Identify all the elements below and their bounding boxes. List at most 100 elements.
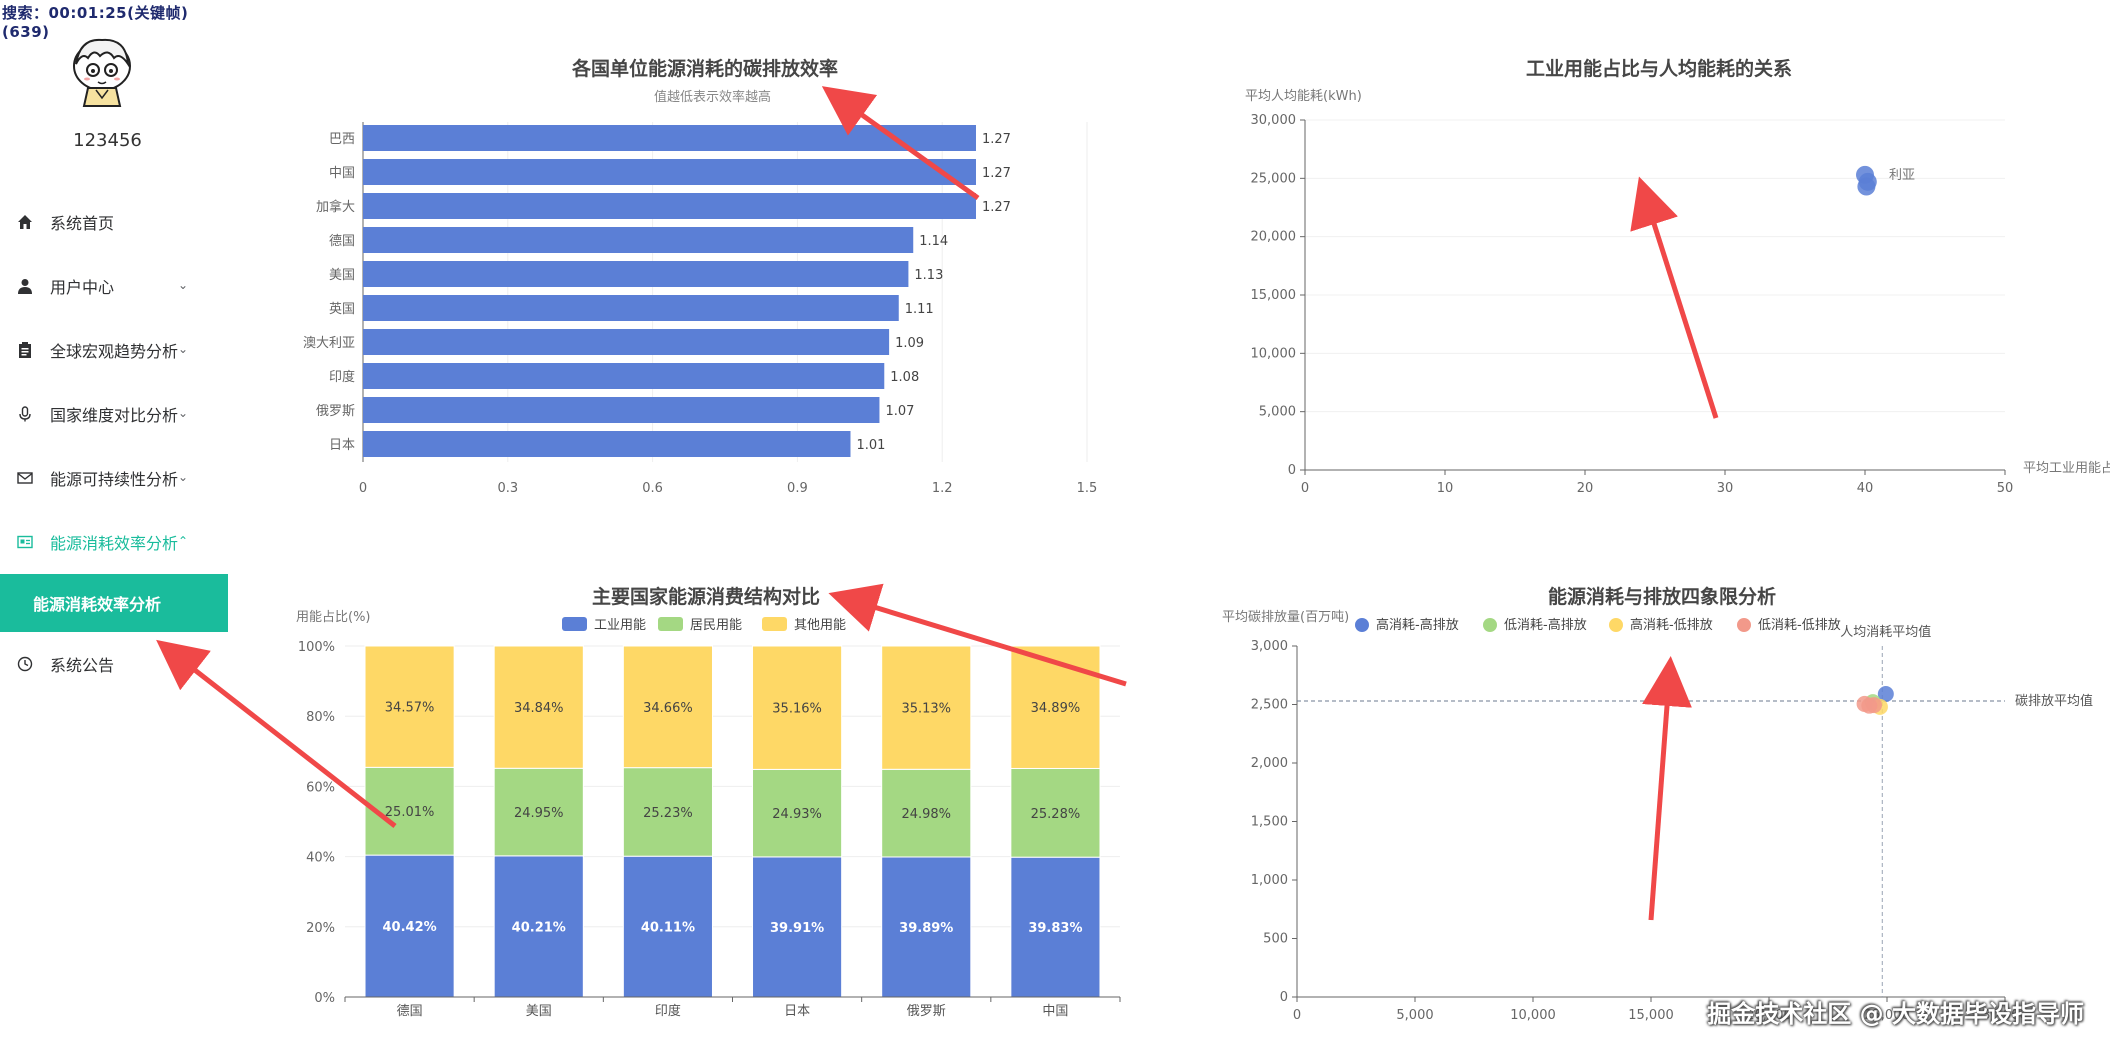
y-tick-label: 2,500 bbox=[1251, 698, 1288, 713]
data-label: 39.89% bbox=[899, 921, 953, 936]
scatter-point bbox=[1857, 177, 1876, 196]
menu-item-label: 全球宏观趋势分析 bbox=[50, 342, 179, 361]
menu-item-efficiency[interactable]: 能源消耗效率分析 ⌃ bbox=[0, 510, 228, 574]
data-label: 35.13% bbox=[901, 702, 951, 717]
average-consumption-label: 人均消耗平均值 bbox=[1840, 624, 1931, 640]
bar bbox=[363, 261, 909, 287]
x-tick-label: 20 bbox=[1577, 481, 1594, 496]
data-label: 1.27 bbox=[982, 166, 1011, 181]
chevron-down-icon: ⌄ bbox=[178, 470, 189, 484]
category-label: 俄罗斯 bbox=[907, 1004, 946, 1019]
y-tick-label: 500 bbox=[1263, 932, 1288, 947]
category-label: 美国 bbox=[526, 1004, 552, 1019]
bar bbox=[363, 193, 976, 219]
y-axis-label: 用能占比(%) bbox=[296, 610, 371, 625]
clipboard-icon bbox=[14, 339, 36, 361]
point-label: 利亚 bbox=[1889, 168, 1915, 183]
bar bbox=[363, 227, 914, 253]
data-label: 40.11% bbox=[641, 921, 695, 936]
menu-item-sustainability[interactable]: 能源可持续性分析 ⌄ bbox=[0, 446, 228, 510]
y-tick-label: 100% bbox=[298, 640, 335, 655]
legend-label: 工业用能 bbox=[594, 618, 646, 633]
legend-label: 低消耗-高排放 bbox=[1504, 617, 1587, 633]
id-card-icon bbox=[14, 531, 36, 553]
data-label: 35.16% bbox=[772, 702, 822, 717]
legend-swatch bbox=[562, 617, 587, 631]
category-label: 美国 bbox=[329, 268, 355, 283]
data-label: 1.27 bbox=[982, 132, 1011, 147]
data-label: 1.08 bbox=[890, 370, 919, 385]
stacked-bar-svg: 工业用能 居民用能 其他用能 用能占比(%) 0% 20% 40% 60% 80% 100% 40.… bbox=[296, 610, 1121, 1019]
category-label: 巴西 bbox=[329, 132, 355, 147]
avatar[interactable] bbox=[60, 30, 144, 114]
scatter-chart-svg: 0 5,000 10,000 15,000 20,000 25,000 30,000 0 10 2… bbox=[1245, 89, 2110, 496]
y-tick-label: 2,000 bbox=[1251, 756, 1288, 771]
data-label: 24.98% bbox=[901, 807, 951, 822]
data-label: 24.93% bbox=[772, 807, 822, 822]
x-tick-label: 0.3 bbox=[497, 481, 518, 496]
bar-chart-svg: 0 0.3 0.6 0.9 1.2 1.5 巴西 1.27 中国 1.27 加拿大 1.27 德国 1.1… bbox=[303, 122, 1098, 496]
category-label: 印度 bbox=[329, 369, 355, 385]
y-axis-label: 平均碳排放量(百万吨) bbox=[1222, 610, 1349, 625]
data-label: 25.28% bbox=[1031, 807, 1081, 822]
category-label: 中国 bbox=[329, 166, 355, 181]
category-label: 英国 bbox=[329, 302, 355, 317]
data-label: 25.23% bbox=[643, 806, 693, 821]
menu-item-country-compare[interactable]: 国家维度对比分析 ⌄ bbox=[0, 382, 228, 446]
y-tick-label: 30,000 bbox=[1251, 113, 1297, 128]
legend-marker bbox=[1483, 618, 1497, 632]
clock-icon bbox=[14, 653, 36, 675]
scatter-point bbox=[1861, 697, 1878, 714]
x-tick-label: 5,000 bbox=[1396, 1008, 1433, 1023]
y-tick-label: 0 bbox=[1280, 990, 1288, 1005]
category-label: 日本 bbox=[329, 438, 355, 453]
y-tick-label: 40% bbox=[306, 851, 335, 866]
data-label: 1.01 bbox=[856, 438, 885, 453]
chevron-down-icon: ⌄ bbox=[178, 278, 189, 292]
menu-item-announcement[interactable]: 系统公告 bbox=[0, 632, 228, 696]
category-label: 德国 bbox=[329, 234, 355, 249]
menu-item-label: 用户中心 bbox=[50, 278, 115, 297]
bar bbox=[363, 295, 899, 321]
bar bbox=[363, 431, 851, 457]
chevron-down-icon: ⌄ bbox=[178, 342, 189, 356]
y-tick-label: 20,000 bbox=[1251, 230, 1297, 245]
x-tick-label: 1.5 bbox=[1077, 481, 1098, 496]
sidebar: 搜索：00:01:25(关键帧)(639) 123456 系统首页 用户中心 ⌄… bbox=[0, 0, 228, 1041]
x-tick-label: 0 bbox=[1301, 481, 1309, 496]
legend-label: 居民用能 bbox=[690, 618, 742, 633]
x-tick-label: 0.6 bbox=[642, 481, 663, 496]
x-tick-label: 15,000 bbox=[1628, 1008, 1674, 1023]
bar bbox=[363, 363, 885, 389]
data-label: 25.01% bbox=[385, 805, 435, 820]
menu-item-label: 国家维度对比分析 bbox=[50, 406, 179, 425]
submenu-item-efficiency-active[interactable]: 能源消耗效率分析 bbox=[0, 574, 228, 632]
data-label: 40.21% bbox=[512, 920, 566, 935]
bar bbox=[363, 397, 880, 423]
quadrant-chart: 能源消耗与排放四象限分析 高消耗-高排放 低消耗-高排放 高消耗-低排放 低消耗-低排… bbox=[1220, 570, 2112, 1041]
data-label: 39.91% bbox=[770, 921, 824, 936]
legend-marker bbox=[1737, 618, 1751, 632]
menu-item-label: 系统公告 bbox=[50, 656, 115, 675]
data-label: 1.14 bbox=[919, 234, 948, 249]
menu-item-home[interactable]: 系统首页 bbox=[0, 190, 228, 254]
data-label: 1.11 bbox=[905, 302, 934, 317]
data-label: 1.13 bbox=[914, 268, 943, 283]
y-tick-label: 1,500 bbox=[1251, 815, 1288, 830]
category-label: 澳大利亚 bbox=[303, 335, 355, 351]
legend-marker bbox=[1609, 618, 1623, 632]
x-tick-label: 0 bbox=[359, 481, 367, 496]
chevron-up-icon: ⌃ bbox=[178, 534, 189, 548]
data-label: 40.42% bbox=[383, 920, 437, 935]
legend-swatch bbox=[658, 617, 683, 631]
menu-item-global-trend[interactable]: 全球宏观趋势分析 ⌄ bbox=[0, 318, 228, 382]
microphone-icon bbox=[14, 403, 36, 425]
menu-item-user-center[interactable]: 用户中心 ⌄ bbox=[0, 254, 228, 318]
x-tick-label: 40 bbox=[1857, 481, 1874, 496]
x-axis-label: 平均工业用能占 bbox=[2023, 461, 2110, 476]
data-label: 34.89% bbox=[1031, 701, 1081, 716]
quadrant-scatter-svg: 高消耗-高排放 低消耗-高排放 高消耗-低排放 低消耗-低排放 平均碳排放量(百万吨) 0… bbox=[1222, 610, 2093, 1023]
legend-marker bbox=[1355, 618, 1369, 632]
bar bbox=[363, 125, 976, 151]
category-label: 德国 bbox=[397, 1004, 423, 1019]
